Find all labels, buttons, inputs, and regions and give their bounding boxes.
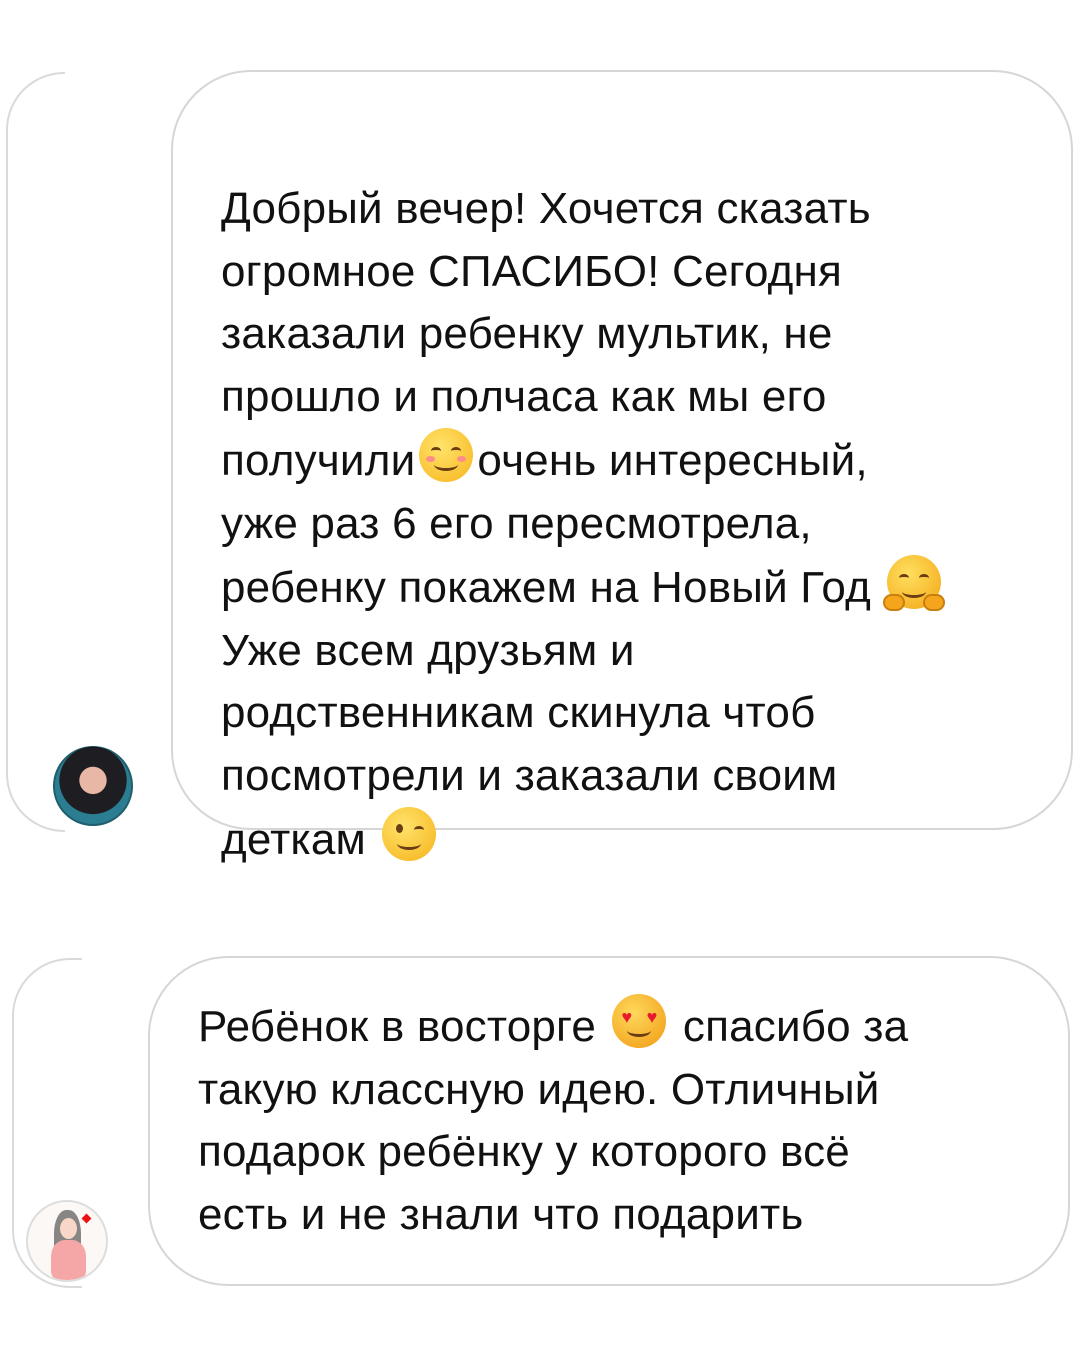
avatar[interactable] (53, 746, 133, 826)
message-text-line: уже раз 6 его пересмотрела, (221, 498, 812, 548)
heart-icon (81, 1213, 92, 1224)
message-bubble[interactable]: Добрый вечер! Хочется сказать огромное С… (171, 70, 1073, 864)
heart-eyes-emoji: ♥ ♥ (612, 994, 667, 1048)
smiling-face-emoji (419, 428, 474, 482)
message-text-line-with-emoji: получили очень интересный, (221, 428, 1071, 493)
message-text-line: Уже всем друзьям и (221, 625, 635, 675)
message-text-line: есть и не знали что подарить (198, 1189, 804, 1239)
avatar-dress-shape (51, 1240, 86, 1280)
message-text: спасибо за (682, 1002, 909, 1051)
avatar[interactable] (26, 1200, 108, 1282)
message-text-line: посмотрели и заказали своим (221, 750, 838, 800)
message-text-line: прошло и полчаса как мы его (221, 371, 827, 421)
message-text-line-with-emoji: Ребёнок в восторге ♥ ♥ спасибо за (198, 994, 1068, 1059)
message-text: получили (221, 436, 416, 485)
message-text: Ребёнок в восторге (198, 1002, 597, 1051)
winking-face-emoji (382, 807, 437, 861)
message-text-line: родственникам скинула чтоб (221, 688, 816, 737)
message-text-line: огромное СПАСИБО! Сегодня (221, 246, 843, 296)
message-text: ребенку покажем на Новый Год (221, 563, 871, 612)
message-text-line-with-emoji: деткам (221, 807, 1071, 872)
message-bubble[interactable]: Ребёнок в восторге ♥ ♥ спасибо за такую к… (148, 956, 1070, 1286)
avatar-face-shape (60, 1218, 77, 1239)
message-text-line: подарок ребёнку у которого всё (198, 1127, 850, 1176)
message-text-line: заказали ребенку мультик, не (221, 309, 833, 358)
message-text: очень интересный, (477, 436, 868, 485)
message-text-line-with-emoji: ребенку покажем на Новый Год (221, 555, 1071, 620)
message-text-line: такую классную идею. Отличный (198, 1064, 880, 1114)
message-text: деткам (221, 815, 366, 864)
hugging-face-emoji (883, 555, 946, 611)
message-text-line: Добрый вечер! Хочется сказать (221, 184, 871, 233)
message-thread-outline-1 (6, 72, 65, 832)
